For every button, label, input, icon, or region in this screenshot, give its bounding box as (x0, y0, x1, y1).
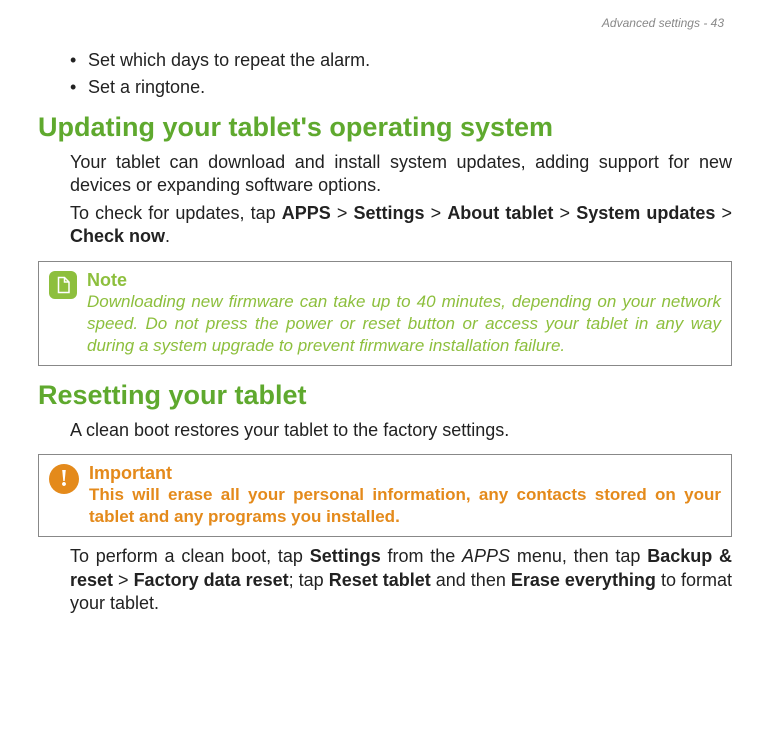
bold-about-tablet: About tablet (447, 203, 553, 223)
running-header: Advanced settings - 43 (602, 16, 724, 30)
heading-resetting: Resetting your tablet (38, 380, 732, 411)
important-title: Important (89, 463, 721, 484)
bullet-text: Set a ringtone. (88, 77, 205, 97)
important-icon: ! (49, 464, 79, 494)
bold-system-updates: System updates (576, 203, 715, 223)
bold-factory-data-reset: Factory data reset (134, 570, 289, 590)
bullet-item: •Set a ringtone. (70, 77, 732, 98)
bold-check-now: Check now (70, 226, 165, 246)
text-fragment: > (715, 203, 732, 223)
text-fragment: and then (431, 570, 511, 590)
para-update-intro: Your tablet can download and install sys… (70, 151, 732, 198)
important-text: This will erase all your personal inform… (89, 484, 721, 528)
bold-erase-everything: Erase everything (511, 570, 656, 590)
note-text: Downloading new firmware can take up to … (87, 291, 721, 357)
para-clean-boot: To perform a clean boot, tap Settings fr… (70, 545, 732, 615)
page-content: •Set which days to repeat the alarm. •Se… (38, 18, 732, 616)
bold-apps: APPS (282, 203, 331, 223)
bold-reset-tablet: Reset tablet (329, 570, 431, 590)
bullet-item: •Set which days to repeat the alarm. (70, 50, 732, 71)
note-callout: Note Downloading new firmware can take u… (38, 261, 732, 366)
note-title: Note (87, 270, 721, 291)
text-fragment: menu, then tap (510, 546, 647, 566)
text-fragment: from the (381, 546, 462, 566)
text-fragment: > (113, 570, 134, 590)
bold-settings: Settings (354, 203, 425, 223)
heading-updating: Updating your tablet's operating system (38, 112, 732, 143)
text-fragment: . (165, 226, 170, 246)
para-reset-intro: A clean boot restores your tablet to the… (70, 419, 732, 442)
italic-apps: APPS (462, 546, 510, 566)
bullet-list: •Set which days to repeat the alarm. •Se… (70, 50, 732, 98)
text-fragment: > (425, 203, 448, 223)
text-fragment: To perform a clean boot, tap (70, 546, 310, 566)
bullet-text: Set which days to repeat the alarm. (88, 50, 370, 70)
text-fragment: > (553, 203, 576, 223)
text-fragment: > (331, 203, 354, 223)
bullet-dot: • (70, 50, 88, 71)
important-callout: ! Important This will erase all your per… (38, 454, 732, 537)
text-fragment: To check for updates, tap (70, 203, 282, 223)
bold-settings: Settings (310, 546, 381, 566)
text-fragment: ; tap (289, 570, 329, 590)
note-icon (49, 271, 77, 299)
para-update-path: To check for updates, tap APPS > Setting… (70, 202, 732, 249)
bullet-dot: • (70, 77, 88, 98)
